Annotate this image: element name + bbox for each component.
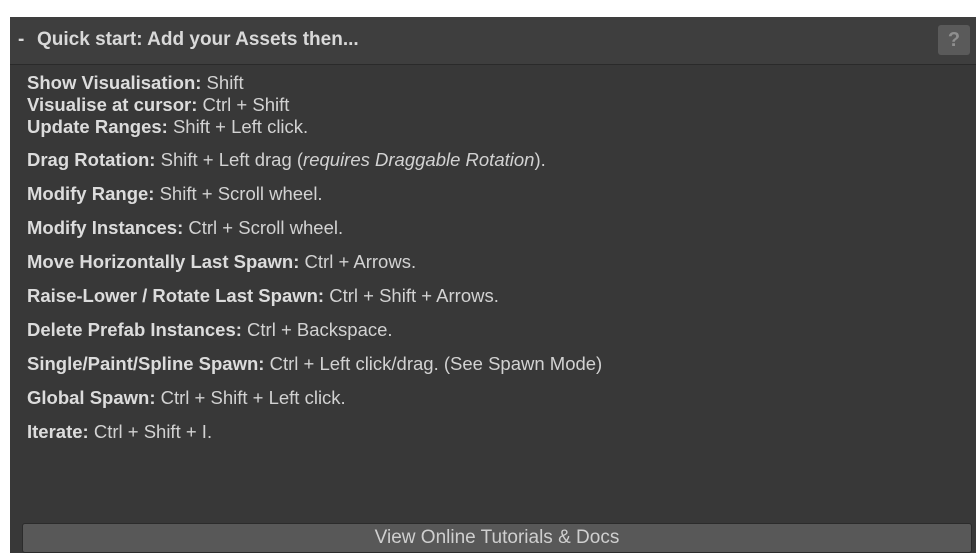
collapse-toggle[interactable]: - bbox=[18, 28, 24, 52]
shortcut-key: Delete Prefab Instances: bbox=[27, 319, 242, 340]
shortcut-key: Iterate: bbox=[27, 421, 89, 442]
view-tutorials-button[interactable]: View Online Tutorials & Docs bbox=[22, 523, 972, 553]
panel-title: Quick start: Add your Assets then... bbox=[37, 29, 359, 50]
shortcut-list: Show Visualisation: Shift Visualise at c… bbox=[27, 72, 966, 443]
shortcut-value: Shift bbox=[201, 72, 244, 93]
shortcut-raise-lower-rotate: Raise-Lower / Rotate Last Spawn: Ctrl + … bbox=[27, 285, 966, 307]
shortcut-visualise-at-cursor: Visualise at cursor: Ctrl + Shift bbox=[27, 94, 966, 116]
shortcut-value: Ctrl + Shift + Arrows. bbox=[324, 285, 499, 306]
shortcut-key: Move Horizontally Last Spawn: bbox=[27, 251, 300, 272]
shortcut-value: Ctrl + Shift + I. bbox=[88, 421, 213, 442]
shortcut-value: Ctrl + Shift + Left click. bbox=[155, 387, 346, 408]
shortcut-value: Shift + Left drag ( bbox=[155, 149, 304, 170]
shortcut-key: Modify Range: bbox=[27, 183, 155, 204]
shortcut-delete-prefab-instances: Delete Prefab Instances: Ctrl + Backspac… bbox=[27, 319, 966, 341]
shortcut-key: Visualise at cursor: bbox=[27, 94, 198, 115]
shortcut-update-ranges: Update Ranges: Shift + Left click. bbox=[27, 116, 966, 138]
shortcut-value: Shift + Scroll wheel. bbox=[154, 183, 323, 204]
shortcut-drag-rotation: Drag Rotation: Shift + Left drag (requir… bbox=[27, 149, 966, 171]
shortcut-key: Global Spawn: bbox=[27, 387, 156, 408]
shortcut-key: Single/Paint/Spline Spawn: bbox=[27, 353, 265, 374]
quick-start-panel: - Quick start: Add your Assets then... ?… bbox=[10, 17, 976, 553]
shortcut-suffix: ). bbox=[534, 149, 546, 170]
shortcut-value: Ctrl + Left click/drag. (See Spawn Mode) bbox=[264, 353, 603, 374]
shortcut-key: Show Visualisation: bbox=[27, 72, 202, 93]
shortcut-key: Update Ranges: bbox=[27, 116, 168, 137]
shortcut-value: Ctrl + Shift bbox=[197, 94, 290, 115]
help-button[interactable]: ? bbox=[938, 25, 970, 55]
shortcut-modify-range: Modify Range: Shift + Scroll wheel. bbox=[27, 183, 966, 205]
shortcut-show-visualisation: Show Visualisation: Shift bbox=[27, 72, 966, 94]
shortcut-spawn-modes: Single/Paint/Spline Spawn: Ctrl + Left c… bbox=[27, 353, 966, 375]
shortcut-value: Ctrl + Backspace. bbox=[241, 319, 393, 340]
shortcut-key: Modify Instances: bbox=[27, 217, 184, 238]
quick-start-header[interactable]: - Quick start: Add your Assets then... ? bbox=[10, 17, 976, 65]
shortcut-iterate: Iterate: Ctrl + Shift + I. bbox=[27, 421, 966, 443]
shortcut-modify-instances: Modify Instances: Ctrl + Scroll wheel. bbox=[27, 217, 966, 239]
shortcut-value: Ctrl + Arrows. bbox=[299, 251, 417, 272]
shortcut-global-spawn: Global Spawn: Ctrl + Shift + Left click. bbox=[27, 387, 966, 409]
shortcut-move-horizontally: Move Horizontally Last Spawn: Ctrl + Arr… bbox=[27, 251, 966, 273]
shortcut-value: Ctrl + Scroll wheel. bbox=[183, 217, 344, 238]
shortcut-value: Shift + Left click. bbox=[167, 116, 309, 137]
shortcut-key: Drag Rotation: bbox=[27, 149, 156, 170]
shortcut-note: requires Draggable Rotation bbox=[303, 149, 535, 170]
shortcut-key: Raise-Lower / Rotate Last Spawn: bbox=[27, 285, 325, 306]
